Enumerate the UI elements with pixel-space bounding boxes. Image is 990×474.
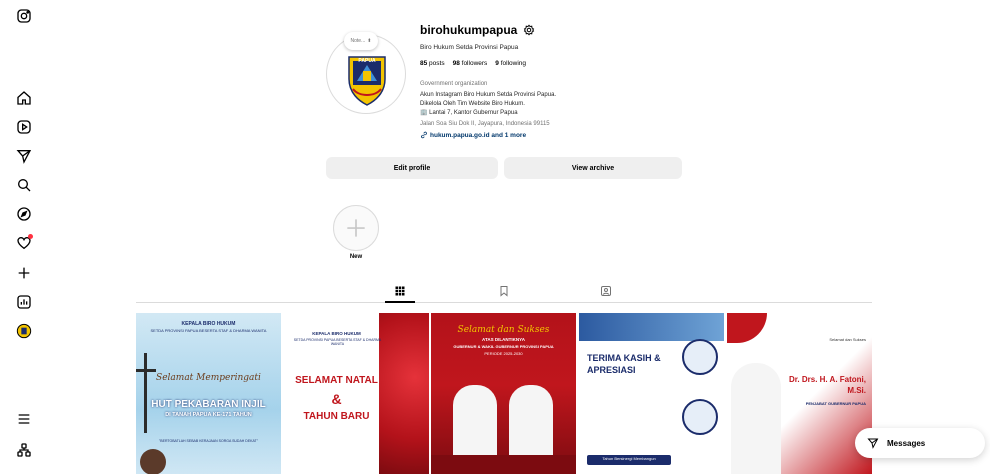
post-footer: Tahun Bersinergi Membangun — [602, 456, 656, 461]
create-plus-icon[interactable] — [14, 263, 34, 283]
new-highlight-button[interactable] — [333, 205, 379, 251]
official-photo — [682, 339, 718, 375]
post-thumbnail[interactable]: Selamat dan Sukses ATAS DILANTIKNYA GUBE… — [431, 313, 576, 474]
link-icon — [421, 131, 427, 139]
post-thumbnail[interactable]: KEPALA BIRO HUKUM SETDA PROVINSI PAPUA B… — [284, 313, 429, 474]
post-line: Selamat dan Sukses — [829, 337, 866, 342]
direct-send-icon — [867, 438, 879, 449]
post-subtitle: DI TANAH PAPUA KE-171 TAHUN — [165, 412, 252, 418]
post-line: KEPALA BIRO HUKUM — [181, 321, 236, 327]
active-tab-indicator — [385, 301, 415, 303]
followers-label: followers — [461, 60, 488, 67]
link-text: hukum.papua.go.id and 1 more — [430, 131, 527, 139]
following-number: 9 — [495, 60, 499, 67]
full-name: Biro Hukum Setda Provinsi Papua — [420, 44, 519, 51]
direct-send-icon[interactable] — [14, 146, 34, 166]
dashboard-icon[interactable] — [14, 292, 34, 312]
profile-avatar-icon[interactable] — [14, 321, 34, 341]
messages-label: Messages — [887, 438, 926, 448]
explore-compass-icon[interactable] — [14, 204, 34, 224]
bio-line: Dikelola Oleh Tim Website Biro Hukum. — [420, 101, 525, 107]
governor-photo — [453, 385, 497, 461]
left-nav-rail — [0, 0, 48, 474]
group-photo-banner — [579, 313, 724, 341]
tab-tagged[interactable] — [599, 284, 613, 298]
post-thumbnail[interactable]: KEPALA BIRO HUKUM SETDA PROVINSI PAPUA B… — [136, 313, 281, 474]
post-title-2: TAHUN BARU — [303, 411, 370, 422]
post-title-2: M.Si. — [847, 386, 866, 395]
note-bubble[interactable]: Note... ⬍ — [344, 32, 378, 50]
post-line: ATAS DILANTIKNYA — [482, 337, 525, 342]
grid-icon — [395, 286, 405, 296]
cross-horizontal — [136, 369, 156, 372]
profile-address[interactable]: Jalan Soa Siu Dok II, Jayapura, Indonesi… — [420, 121, 550, 127]
profile-link[interactable]: hukum.papua.go.id and 1 more — [420, 131, 526, 139]
post-line: PENJABAT GUBERNUR PAPUA — [805, 401, 866, 406]
new-highlight-label: New — [349, 254, 363, 260]
search-icon[interactable] — [14, 175, 34, 195]
messages-button[interactable]: Messages — [855, 428, 985, 458]
bio-line: 🏢 Lantai 7, Kantor Gubernur Papua — [420, 110, 518, 116]
post-ampersand: & — [331, 391, 342, 407]
edit-profile-button[interactable]: Edit profile — [326, 157, 498, 179]
posts-count[interactable]: 85 posts — [420, 60, 445, 67]
post-title: SELAMAT NATAL — [295, 375, 378, 386]
menu-hamburger-icon[interactable] — [14, 409, 34, 429]
official-photo — [682, 399, 718, 435]
home-icon[interactable] — [14, 88, 34, 108]
reels-icon[interactable] — [14, 117, 34, 137]
chevron-updown-icon: ⬍ — [367, 38, 372, 44]
post-title: HUT PEKABARAN INJIL — [151, 399, 266, 410]
post-footer-band — [431, 455, 576, 474]
tab-posts-grid[interactable] — [393, 284, 407, 298]
vice-governor-photo — [509, 385, 553, 461]
cross-vertical — [144, 353, 147, 433]
following-count[interactable]: 9 following — [495, 60, 526, 67]
username-row: birohukumpapua — [420, 23, 535, 37]
tabs-divider — [136, 302, 872, 303]
profile-bio: Akun Instagram Biro Hukum Setda Provinsi… — [420, 91, 556, 118]
posts-label: posts — [429, 60, 445, 67]
username: birohukumpapua — [420, 23, 518, 37]
note-placeholder: Note... — [350, 38, 366, 44]
bookmark-icon — [500, 286, 508, 297]
plus-icon — [347, 219, 365, 237]
post-line: PERIODE 2025-2030 — [484, 351, 523, 356]
followers-number: 98 — [452, 60, 460, 67]
following-label: following — [500, 60, 527, 67]
also-from-meta-icon[interactable] — [14, 440, 34, 460]
post-line: KEPALA BIRO HUKUM — [312, 331, 361, 336]
followers-count[interactable]: 98 followers — [453, 60, 488, 67]
post-line: SETDA PROVINSI PAPUA BESERTA STAF & DHAR… — [150, 328, 267, 333]
view-archive-button[interactable]: View archive — [504, 157, 682, 179]
post-thumbnail[interactable]: Selamat dan Sukses Dr. Drs. H. A. Fatoni… — [727, 313, 872, 474]
notification-dot — [28, 234, 33, 239]
instagram-logo-icon[interactable] — [14, 6, 34, 26]
settings-gear-icon[interactable] — [523, 24, 535, 36]
portrait-photo — [140, 449, 166, 474]
notifications-heart-icon[interactable] — [14, 233, 34, 253]
post-line: GUBERNUR & WAKIL GUBERNUR PROVINSI PAPUA — [453, 344, 554, 349]
post-thumbnail[interactable]: TERIMA KASIH & APRESIASI Tahun Bersinerg… — [579, 313, 724, 474]
avatar-text: PAPUA — [358, 58, 376, 64]
profile-category: Government organization — [420, 81, 488, 87]
post-line: SETDA PROVINSI PAPUA BESERTA STAF & DHAR… — [293, 338, 382, 346]
post-title: Dr. Drs. H. A. Fatoni, — [788, 375, 866, 384]
tab-saved[interactable] — [497, 284, 511, 298]
post-script-text: Selamat dan Sukses — [457, 325, 550, 335]
profile-stats: 85 posts 98 followers 9 following — [420, 60, 526, 67]
bio-line: Akun Instagram Biro Hukum Setda Provinsi… — [420, 92, 557, 98]
tagged-user-icon — [601, 286, 611, 296]
post-script-text: Selamat Memperingati — [156, 373, 261, 383]
post-footer: "BERTOBATLAH SEBAB KERAJAAN SORGA SUDAH … — [159, 439, 258, 443]
posts-number: 85 — [420, 60, 428, 67]
